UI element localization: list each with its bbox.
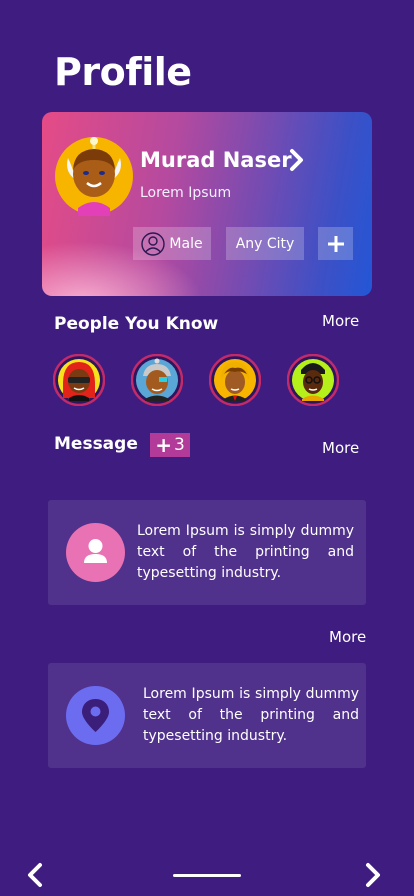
friend-avatar[interactable] bbox=[53, 354, 105, 406]
friend-avatar[interactable] bbox=[131, 354, 183, 406]
message-count: 3 bbox=[173, 435, 185, 455]
people-section-title: People You Know bbox=[54, 314, 219, 334]
user-outline-icon bbox=[141, 231, 166, 256]
profile-subtitle: Lorem Ipsum bbox=[140, 185, 232, 201]
forward-chevron-icon[interactable] bbox=[364, 862, 382, 888]
plus-icon bbox=[327, 235, 344, 252]
profile-avatar[interactable] bbox=[54, 136, 134, 216]
city-chip[interactable]: Any City bbox=[226, 227, 304, 260]
gender-chip[interactable]: Male bbox=[133, 227, 211, 260]
message-card[interactable]: Lorem Ipsum is simply dummy text of the … bbox=[48, 663, 366, 768]
city-label: Any City bbox=[235, 235, 295, 252]
home-indicator[interactable] bbox=[173, 874, 241, 877]
back-chevron-icon[interactable] bbox=[26, 862, 44, 888]
friend-avatar[interactable] bbox=[209, 354, 261, 406]
location-pin-icon bbox=[66, 686, 125, 745]
friend-avatar[interactable] bbox=[287, 354, 339, 406]
message-count-badge[interactable]: + 3 bbox=[150, 433, 190, 457]
message-more-link-2[interactable]: More bbox=[329, 628, 366, 646]
add-button[interactable] bbox=[318, 227, 353, 260]
profile-name[interactable]: Murad Naser bbox=[140, 148, 292, 172]
profile-card[interactable]: Murad Naser Lorem Ipsum Male Any City bbox=[42, 112, 372, 296]
gender-label: Male bbox=[169, 235, 203, 252]
page-title: Profile bbox=[54, 50, 192, 94]
people-more-link[interactable]: More bbox=[322, 312, 359, 330]
message-more-link[interactable]: More bbox=[322, 439, 359, 457]
message-text: Lorem Ipsum is simply dummy text of the … bbox=[137, 523, 354, 581]
message-section-title: Message bbox=[54, 434, 138, 454]
plus-icon: + bbox=[155, 433, 172, 457]
person-icon bbox=[66, 523, 125, 582]
message-card[interactable]: Lorem Ipsum is simply dummy text of the … bbox=[48, 500, 366, 605]
chevron-right-icon[interactable] bbox=[288, 148, 306, 172]
message-text: Lorem Ipsum is simply dummy text of the … bbox=[143, 686, 359, 744]
